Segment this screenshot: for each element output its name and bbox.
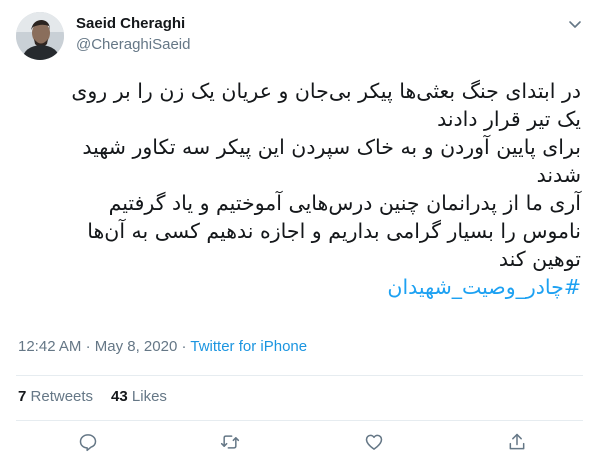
display-name[interactable]: Saeid Cheraghi bbox=[76, 14, 190, 33]
reply-icon[interactable] bbox=[77, 431, 99, 453]
tweet-date[interactable]: May 8, 2020 bbox=[95, 338, 178, 355]
meta-separator: · bbox=[85, 338, 91, 355]
retweets-count: 7 bbox=[18, 388, 27, 405]
avatar-photo bbox=[16, 12, 64, 60]
tweet-text-line: شدند bbox=[536, 163, 581, 187]
tweet-card: Saeid Cheraghi @CheraghiSaeid در ابتدای … bbox=[0, 0, 599, 469]
tweet-text-line: یک تیر قرار دادند bbox=[437, 107, 581, 131]
tweet-text-line: در ابتدای جنگ بعثی‌ها پیکر بی‌جان و عریا… bbox=[71, 79, 581, 103]
avatar[interactable] bbox=[16, 12, 64, 60]
hashtag-link[interactable]: #چادر_وصیت_شهیدان bbox=[387, 275, 581, 299]
heart-icon[interactable] bbox=[363, 431, 385, 453]
likes-stat[interactable]: 43 Likes bbox=[111, 388, 167, 405]
tweet-text: در ابتدای جنگ بعثی‌ها پیکر بی‌جان و عریا… bbox=[21, 77, 581, 301]
retweets-label: Retweets bbox=[30, 388, 94, 405]
tweet-time[interactable]: 12:42 AM bbox=[18, 338, 81, 355]
chevron-down-icon[interactable] bbox=[564, 13, 586, 35]
tweet-text-line: ناموس را بسیار گرامی بداریم و اجازه ندهی… bbox=[87, 219, 581, 243]
share-icon[interactable] bbox=[506, 431, 528, 453]
likes-label: Likes bbox=[131, 388, 167, 405]
retweets-stat[interactable]: 7 Retweets bbox=[18, 388, 93, 405]
tweet-meta: 12:42 AM · May 8, 2020 · Twitter for iPh… bbox=[18, 337, 307, 357]
likes-count: 43 bbox=[111, 388, 128, 405]
tweet-text-line: آری ما از پدرانمان چنین درس‌هایی آموختیم… bbox=[108, 191, 581, 215]
divider bbox=[16, 375, 583, 376]
retweet-icon[interactable] bbox=[219, 431, 241, 453]
tweet-text-line: برای پایین آوردن و به خاک سپردن این پیکر… bbox=[82, 135, 581, 159]
tweet-source-link[interactable]: Twitter for iPhone bbox=[190, 338, 307, 355]
tweet-text-line: توهین کند bbox=[498, 247, 581, 271]
author-block: Saeid Cheraghi @CheraghiSaeid bbox=[76, 14, 190, 54]
meta-separator: · bbox=[181, 338, 187, 355]
divider bbox=[16, 420, 583, 421]
engagement-stats: 7 Retweets 43 Likes bbox=[18, 387, 167, 407]
user-handle[interactable]: @CheraghiSaeid bbox=[76, 35, 190, 54]
